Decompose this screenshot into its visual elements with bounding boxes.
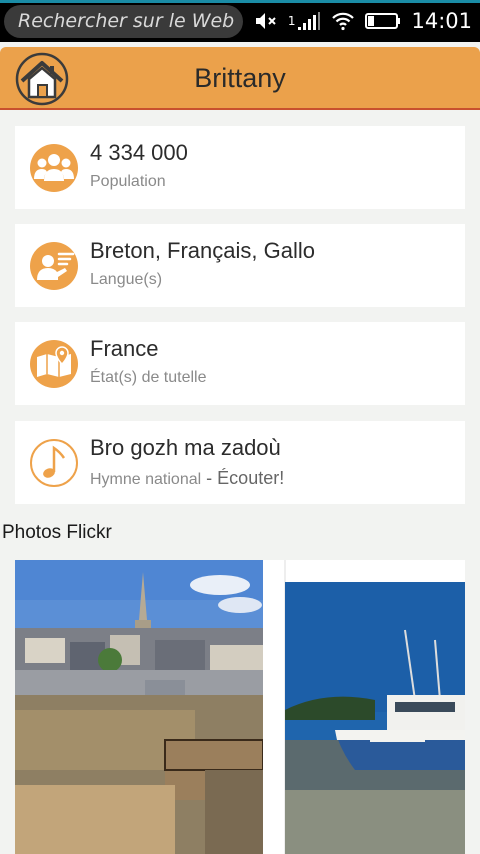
population-value: 4 334 000 — [90, 140, 188, 165]
listen-link[interactable]: Écouter! — [217, 468, 284, 488]
languages-card: Breton, Français, Gallo Langue(s) — [15, 224, 465, 307]
flickr-photos — [15, 560, 465, 854]
app-header: Brittany — [0, 47, 480, 110]
status-accent-line — [0, 0, 480, 3]
flickr-photo-boat[interactable] — [285, 582, 465, 854]
map-pin-icon — [30, 340, 78, 388]
flickr-photo-strip[interactable] — [15, 560, 465, 854]
sovereign-state-label: État(s) de tutelle — [90, 369, 207, 386]
clock: 14:01 — [411, 9, 472, 33]
status-icons: 1 14:01 — [254, 6, 472, 36]
wifi-icon — [332, 12, 355, 31]
anthem-label: Hymne national — [90, 471, 202, 488]
sim-indicator: 1 — [287, 14, 296, 28]
web-search-input[interactable]: Rechercher sur le Web — [4, 5, 243, 38]
flickr-photo-town[interactable] — [15, 560, 264, 854]
population-label: Population — [90, 173, 166, 190]
languages-label: Langue(s) — [90, 271, 163, 288]
population-card: 4 334 000 Population — [15, 126, 465, 209]
anthem-label-row: Hymne national - Écouter! — [90, 468, 284, 489]
battery-icon — [365, 13, 401, 29]
music-note-icon — [30, 439, 78, 487]
sovereign-state-card: France État(s) de tutelle — [15, 322, 465, 405]
muted-speaker-icon — [255, 13, 276, 29]
languages-value: Breton, Français, Gallo — [90, 238, 315, 263]
status-bar: Rechercher sur le Web 1 14:01 — [0, 0, 480, 42]
photos-section-title: Photos Flickr — [2, 522, 112, 543]
anthem-title: Bro gozh ma zadoù — [90, 435, 281, 460]
anthem-link-separator: - — [201, 468, 218, 488]
page-title: Brittany — [194, 63, 286, 93]
sovereign-state-value: France — [90, 336, 159, 361]
people-icon — [30, 144, 78, 192]
signal-icon — [298, 12, 321, 30]
speaker-person-icon — [30, 242, 78, 290]
anthem-card: Bro gozh ma zadoù Hymne national - Écout… — [15, 421, 465, 504]
